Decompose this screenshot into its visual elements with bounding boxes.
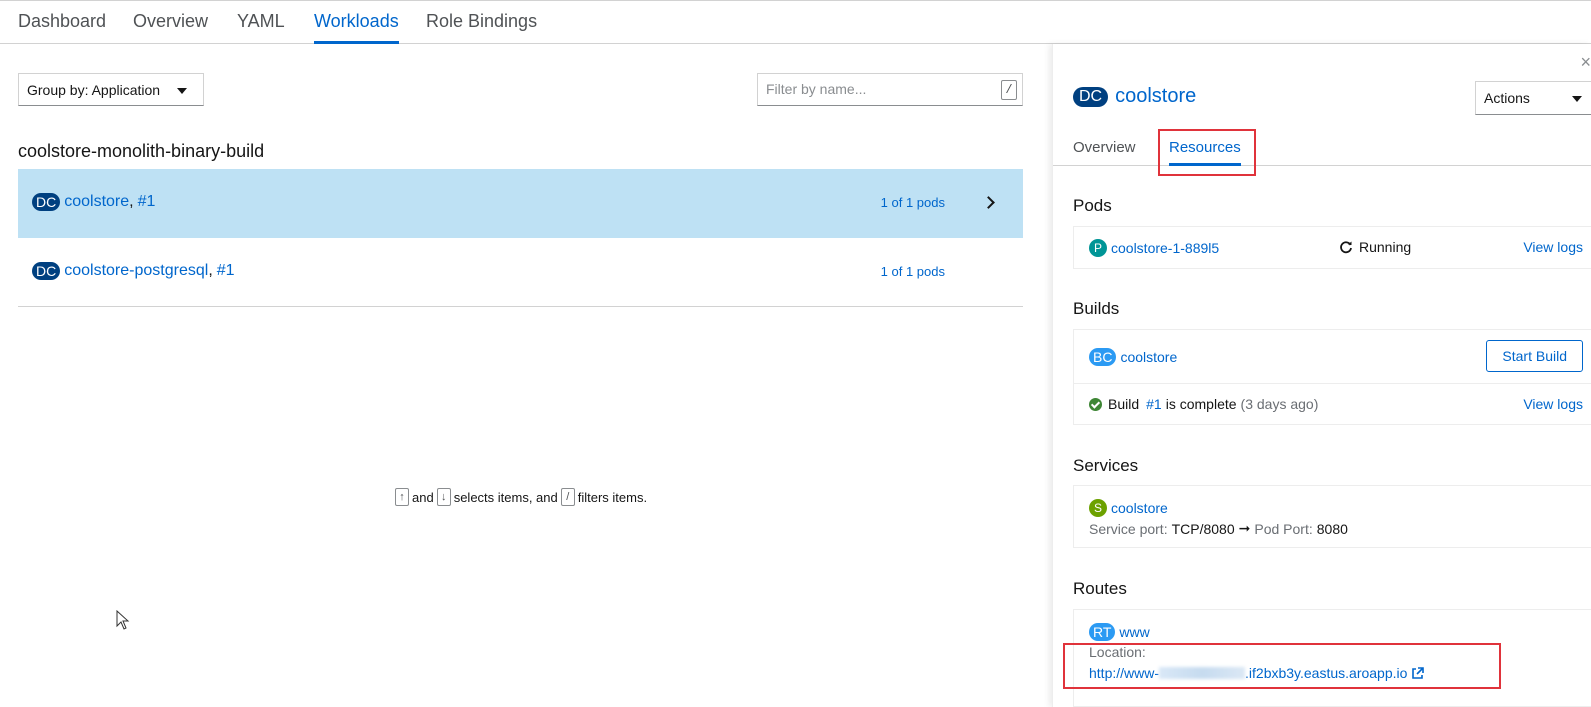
hint-and: and xyxy=(412,489,434,505)
hint-selects: selects items, and xyxy=(453,489,558,505)
build-status-text: is complete xyxy=(1165,396,1237,412)
pod-count[interactable]: 1 of 1 pods xyxy=(881,195,945,210)
pod-count[interactable]: 1 of 1 pods xyxy=(881,264,945,279)
highlight-box-route-url xyxy=(1063,643,1501,689)
mouse-cursor-icon xyxy=(116,610,130,630)
application-group-title: coolstore-monolith-binary-build xyxy=(18,141,265,161)
workload-row-coolstore-postgresql[interactable]: DC coolstore-postgresql , #1 1 of 1 pods xyxy=(18,238,1023,307)
sync-icon xyxy=(1340,241,1352,254)
arrow-right-icon: ➞ xyxy=(1238,520,1251,536)
slash-key: / xyxy=(560,488,575,506)
revision-link[interactable]: #1 xyxy=(217,262,235,280)
pod-badge: P xyxy=(1089,239,1107,257)
filter-box: / xyxy=(757,73,1023,106)
dc-badge: DC xyxy=(32,193,61,211)
separator: , xyxy=(208,262,213,279)
builds-heading: Builds xyxy=(1073,299,1120,318)
pods-heading: Pods xyxy=(1073,196,1112,215)
workload-link[interactable]: coolstore xyxy=(64,193,129,211)
check-circle-icon xyxy=(1089,397,1102,411)
caret-down-icon xyxy=(177,88,187,94)
actions-label: Actions xyxy=(1484,90,1530,106)
separator: , xyxy=(129,193,134,210)
slash-shortcut-key: / xyxy=(1001,80,1017,100)
group-by-dropdown[interactable]: Group by: Application xyxy=(18,73,204,106)
service-link[interactable]: coolstore xyxy=(1111,500,1168,516)
service-row: S coolstore xyxy=(1089,499,1168,517)
workload-name-cell: DC coolstore , #1 xyxy=(32,193,155,211)
tab-yaml[interactable]: YAML xyxy=(237,11,285,44)
caret-down-icon xyxy=(1572,96,1582,102)
workload-link[interactable]: coolstore-postgresql xyxy=(64,262,208,280)
start-build-button[interactable]: Start Build xyxy=(1486,340,1583,372)
pod-port-label: Pod Port: xyxy=(1254,520,1313,537)
service-port-label: Service port: xyxy=(1089,520,1168,537)
close-icon[interactable]: × xyxy=(1580,52,1591,73)
chevron-right-icon[interactable] xyxy=(982,196,995,209)
pod-status: Running xyxy=(1339,239,1411,255)
highlight-box-resources xyxy=(1158,129,1256,176)
side-tab-bar: Overview Resources xyxy=(1053,130,1591,166)
build-number-link[interactable]: #1 xyxy=(1146,396,1162,412)
builds-box: BC coolstore Start Build Build #1 is com… xyxy=(1073,329,1591,425)
build-view-logs-link[interactable]: View logs xyxy=(1523,396,1583,412)
keyboard-hint: ↑ and ↓ selects items, and / filters ite… xyxy=(395,488,647,506)
pod-status-text: Running xyxy=(1359,239,1412,255)
hint-filters: filters items. xyxy=(577,489,648,505)
tab-workloads[interactable]: Workloads xyxy=(314,11,399,44)
tab-overview[interactable]: Overview xyxy=(133,11,208,44)
routes-heading: Routes xyxy=(1073,579,1127,598)
side-title-link[interactable]: coolstore xyxy=(1115,85,1196,108)
pods-box: P coolstore-1-889l5 Running View logs xyxy=(1073,226,1591,269)
service-badge: S xyxy=(1089,499,1107,517)
build-age: (3 days ago) xyxy=(1240,396,1319,412)
services-heading: Services xyxy=(1073,456,1139,475)
workload-name-cell: DC coolstore-postgresql , #1 xyxy=(32,262,235,280)
actions-dropdown[interactable]: Actions xyxy=(1475,81,1591,115)
service-port-value: TCP/8080 xyxy=(1171,520,1235,537)
route-link[interactable]: www xyxy=(1119,624,1149,640)
top-tab-bar: Dashboard Overview YAML Workloads Role B… xyxy=(0,0,1591,44)
side-panel-title: DC coolstore xyxy=(1073,85,1196,108)
build-config-row: BC coolstore xyxy=(1089,348,1177,366)
arrow-up-key: ↑ xyxy=(395,488,409,506)
dc-badge: DC xyxy=(1073,86,1109,107)
pod-row: P coolstore-1-889l5 xyxy=(1089,239,1219,257)
arrow-down-key: ↓ xyxy=(436,488,451,506)
filter-input[interactable] xyxy=(758,74,988,104)
bc-badge: BC xyxy=(1089,348,1117,366)
builds-divider xyxy=(1074,383,1591,384)
dc-badge: DC xyxy=(32,262,61,280)
pod-view-logs-link[interactable]: View logs xyxy=(1523,239,1583,255)
side-tab-overview[interactable]: Overview xyxy=(1073,139,1136,166)
build-config-link[interactable]: coolstore xyxy=(1120,349,1177,365)
tab-role-bindings[interactable]: Role Bindings xyxy=(426,11,537,44)
resource-side-panel: × DC coolstore Actions Overview Resource… xyxy=(1052,44,1591,707)
services-box: S coolstore Service port: TCP/8080 ➞ Pod… xyxy=(1073,485,1591,548)
service-port-row: Service port: TCP/8080 ➞ Pod Port: 8080 xyxy=(1089,520,1348,537)
rt-badge: RT xyxy=(1089,623,1116,641)
workload-row-coolstore[interactable]: DC coolstore , #1 1 of 1 pods xyxy=(18,169,1023,238)
tab-dashboard[interactable]: Dashboard xyxy=(18,11,106,44)
build-label: Build xyxy=(1108,396,1140,412)
build-status-row: Build #1 is complete (3 days ago) xyxy=(1089,396,1318,412)
route-row: RT www xyxy=(1089,623,1150,641)
group-by-label: Group by: Application xyxy=(27,82,161,98)
pod-link[interactable]: coolstore-1-889l5 xyxy=(1111,240,1219,256)
pod-port-value: 8080 xyxy=(1316,520,1348,537)
revision-link[interactable]: #1 xyxy=(138,193,156,211)
